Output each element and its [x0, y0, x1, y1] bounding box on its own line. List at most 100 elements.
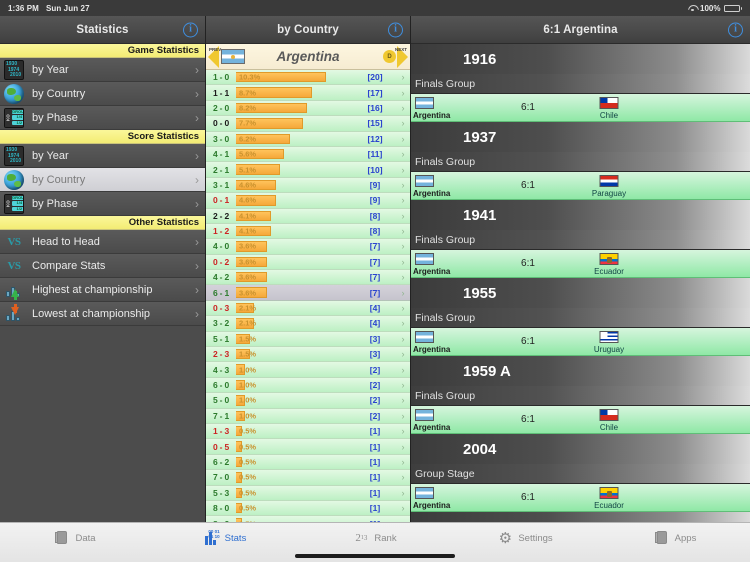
score-row[interactable]: 3 - 2 2.1% [4] › [206, 316, 410, 332]
sidebar-item-by-phase[interactable]: KOGROUP1/41/2 by Phase › [0, 192, 205, 216]
score-row[interactable]: 3 - 0 6.2% [12] › [206, 131, 410, 147]
match-row[interactable]: Argentina 6:1 Uruguay [411, 328, 750, 356]
score-row[interactable]: 2 - 0 8.2% [16] › [206, 100, 410, 117]
score-row[interactable]: 6 - 1 3.6% [7] › [206, 285, 410, 301]
score-row[interactable]: 2 - 3 1.5% [3] › [206, 347, 410, 363]
sidebar-item-lowest-at-championship[interactable]: Lowest at championship › [0, 302, 205, 326]
score-row[interactable]: 1 - 2 4.1% [8] › [206, 223, 410, 240]
score-row[interactable]: 4 - 1 5.6% [11] › [206, 146, 410, 163]
battery-icon [723, 4, 742, 12]
match-row[interactable]: Argentina 6:1 Chile [411, 406, 750, 434]
section-header: Score Statistics [0, 130, 205, 144]
sidebar-item-by-country[interactable]: by Country › [0, 168, 205, 192]
chevron-right-icon: › [401, 241, 405, 252]
match-row[interactable]: Argentina 6:1 Ecuador [411, 250, 750, 278]
score-row[interactable]: 0 - 5 0.5% [1] › [206, 439, 410, 455]
percent-label: 0.5% [239, 503, 257, 513]
years-icon: 1930 1974 2010 [4, 59, 24, 80]
info-button-middle[interactable]: i [388, 22, 403, 37]
count-label: [17] [367, 87, 383, 98]
sidebar-item-head-to-head[interactable]: VS Head to Head › [0, 230, 205, 254]
app-screen: 1:36 PM Sun Jun 27 100% Statistics i Gam… [0, 0, 750, 562]
home-team-name: Argentina [413, 111, 451, 120]
score-label: 6 - 1 [212, 287, 229, 298]
score-row[interactable]: 4 - 2 3.6% [7] › [206, 270, 410, 286]
tab-rank[interactable]: 2 1 3 Rank [300, 523, 450, 549]
percent-bar: 7.7% [236, 116, 354, 130]
sidebar-item-by-year[interactable]: 1930 1974 2010 by Year › [0, 144, 205, 168]
tab-data[interactable]: Data [0, 523, 150, 549]
score-rows[interactable]: 1 - 0 10.3% [20] › 1 - 1 8.7% [17] › 2 - 0 8.2% [1… [206, 70, 410, 522]
home-indicator [295, 554, 455, 558]
chevron-right-icon: › [401, 333, 405, 344]
percent-bar: 6.2% [236, 132, 354, 146]
sidebar-item-by-phase[interactable]: KOGROUP1/41/2 by Phase › [0, 106, 205, 130]
barchart-icon: 00 01 01 10 [204, 529, 220, 546]
percent-bar: 2.1% [236, 316, 354, 330]
score-row[interactable]: 5 - 3 0.5% [1] › [206, 485, 410, 501]
score-row[interactable]: 3 - 1 4.6% [9] › [206, 177, 410, 194]
percent-label: 4.1% [239, 211, 257, 221]
sidebar-item-highest-at-championship[interactable]: Highest at championship › [0, 278, 205, 302]
info-button-detail[interactable]: i [728, 22, 743, 37]
score-row[interactable]: 1 - 0 10.3% [20] › [206, 70, 410, 86]
percent-label: 0.5% [239, 426, 257, 436]
score-row[interactable]: 0 - 2 3.6% [7] › [206, 254, 410, 271]
score-row[interactable]: 0 - 1 4.6% [9] › [206, 193, 410, 209]
score-row[interactable]: 6 - 2 0.5% [1] › [206, 454, 410, 471]
tab-stats[interactable]: 00 01 01 10 Stats [150, 523, 300, 549]
percent-bar: 5.1% [236, 162, 354, 176]
prev-country-button[interactable]: PREV [208, 44, 245, 69]
percent-bar: 3.6% [236, 270, 354, 284]
tab-apps[interactable]: Apps [600, 523, 750, 549]
sidebar-item-compare-stats[interactable]: VS Compare Stats › [0, 254, 205, 278]
score-row[interactable]: 1 - 3 0.5% [1] › [206, 423, 410, 440]
score-row[interactable]: 2 - 1 5.1% [10] › [206, 162, 410, 178]
globe-icon [4, 169, 24, 190]
score-row[interactable]: 4 - 0 3.6% [7] › [206, 239, 410, 255]
sidebar-item-label: Head to Head [32, 235, 100, 248]
home-flag-icon [415, 97, 434, 109]
percent-label: 8.7% [239, 88, 257, 98]
next-country-button[interactable]: D NEXT [383, 44, 408, 69]
match-groups[interactable]: 1916 Finals Group Argentina 6:1 Chile 1937 Fin… [411, 44, 750, 522]
score-label: 2 - 2 [212, 210, 229, 221]
score-row[interactable]: 6 - 0 1.0% [2] › [206, 377, 410, 394]
match-row[interactable]: Argentina 6:1 Chile [411, 94, 750, 122]
chevron-right-icon: › [401, 149, 405, 160]
chevron-right-icon: › [401, 472, 405, 483]
sidebar-item-by-year[interactable]: 1930 1974 2010 by Year › [0, 58, 205, 82]
home-flag-icon [415, 331, 434, 343]
tab-settings[interactable]: ⚙ Settings [450, 523, 600, 549]
info-button-sidebar[interactable]: i [183, 22, 198, 37]
score-row[interactable]: 0 - 0 7.7% [15] › [206, 116, 410, 132]
home-team-name: Argentina [413, 189, 451, 198]
sidebar-item-label: by Phase [32, 111, 78, 124]
sidebar: Statistics i Game Statistics 1930 1974 2010… [0, 16, 205, 522]
percent-label: 1.0% [239, 380, 257, 390]
tab-bar[interactable]: Data 00 01 01 10 Stats 2 1 3 Rank ⚙ Settings Apps [0, 522, 750, 562]
away-team: Paraguay [573, 172, 645, 199]
score-row[interactable]: 5 - 1 1.5% [3] › [206, 331, 410, 348]
chevron-right-icon: › [401, 426, 405, 437]
score-row[interactable]: 5 - 0 1.0% [2] › [206, 393, 410, 409]
score-row[interactable]: 4 - 3 1.0% [2] › [206, 362, 410, 378]
score-row[interactable]: 8 - 0 0.5% [1] › [206, 500, 410, 517]
score-label: 1 - 2 [212, 226, 229, 237]
score-row[interactable]: 0 - 3 2.1% [4] › [206, 300, 410, 317]
score-label: 0 - 2 [212, 256, 229, 267]
tab-label: Apps [674, 532, 697, 544]
score-row[interactable]: 2 - 2 4.1% [8] › [206, 208, 410, 224]
score-row[interactable]: 1 - 1 8.7% [17] › [206, 85, 410, 101]
score-label: 6 - 2 [212, 456, 229, 467]
match-row[interactable]: Argentina 6:1 Paraguay [411, 172, 750, 200]
home-team-name: Argentina [413, 345, 451, 354]
count-label: [4] [369, 318, 381, 329]
match-row[interactable]: Argentina 6:1 Ecuador [411, 484, 750, 512]
country-navigator: PREV Argentina D NEXT [206, 44, 410, 70]
score-label: 3 - 2 [212, 318, 229, 329]
score-row[interactable]: 7 - 0 0.5% [1] › [206, 470, 410, 486]
sidebar-list[interactable]: Game Statistics 1930 1974 2010 by Year › by Co… [0, 44, 205, 522]
score-row[interactable]: 7 - 1 1.0% [2] › [206, 408, 410, 424]
sidebar-item-by-country[interactable]: by Country › [0, 82, 205, 106]
